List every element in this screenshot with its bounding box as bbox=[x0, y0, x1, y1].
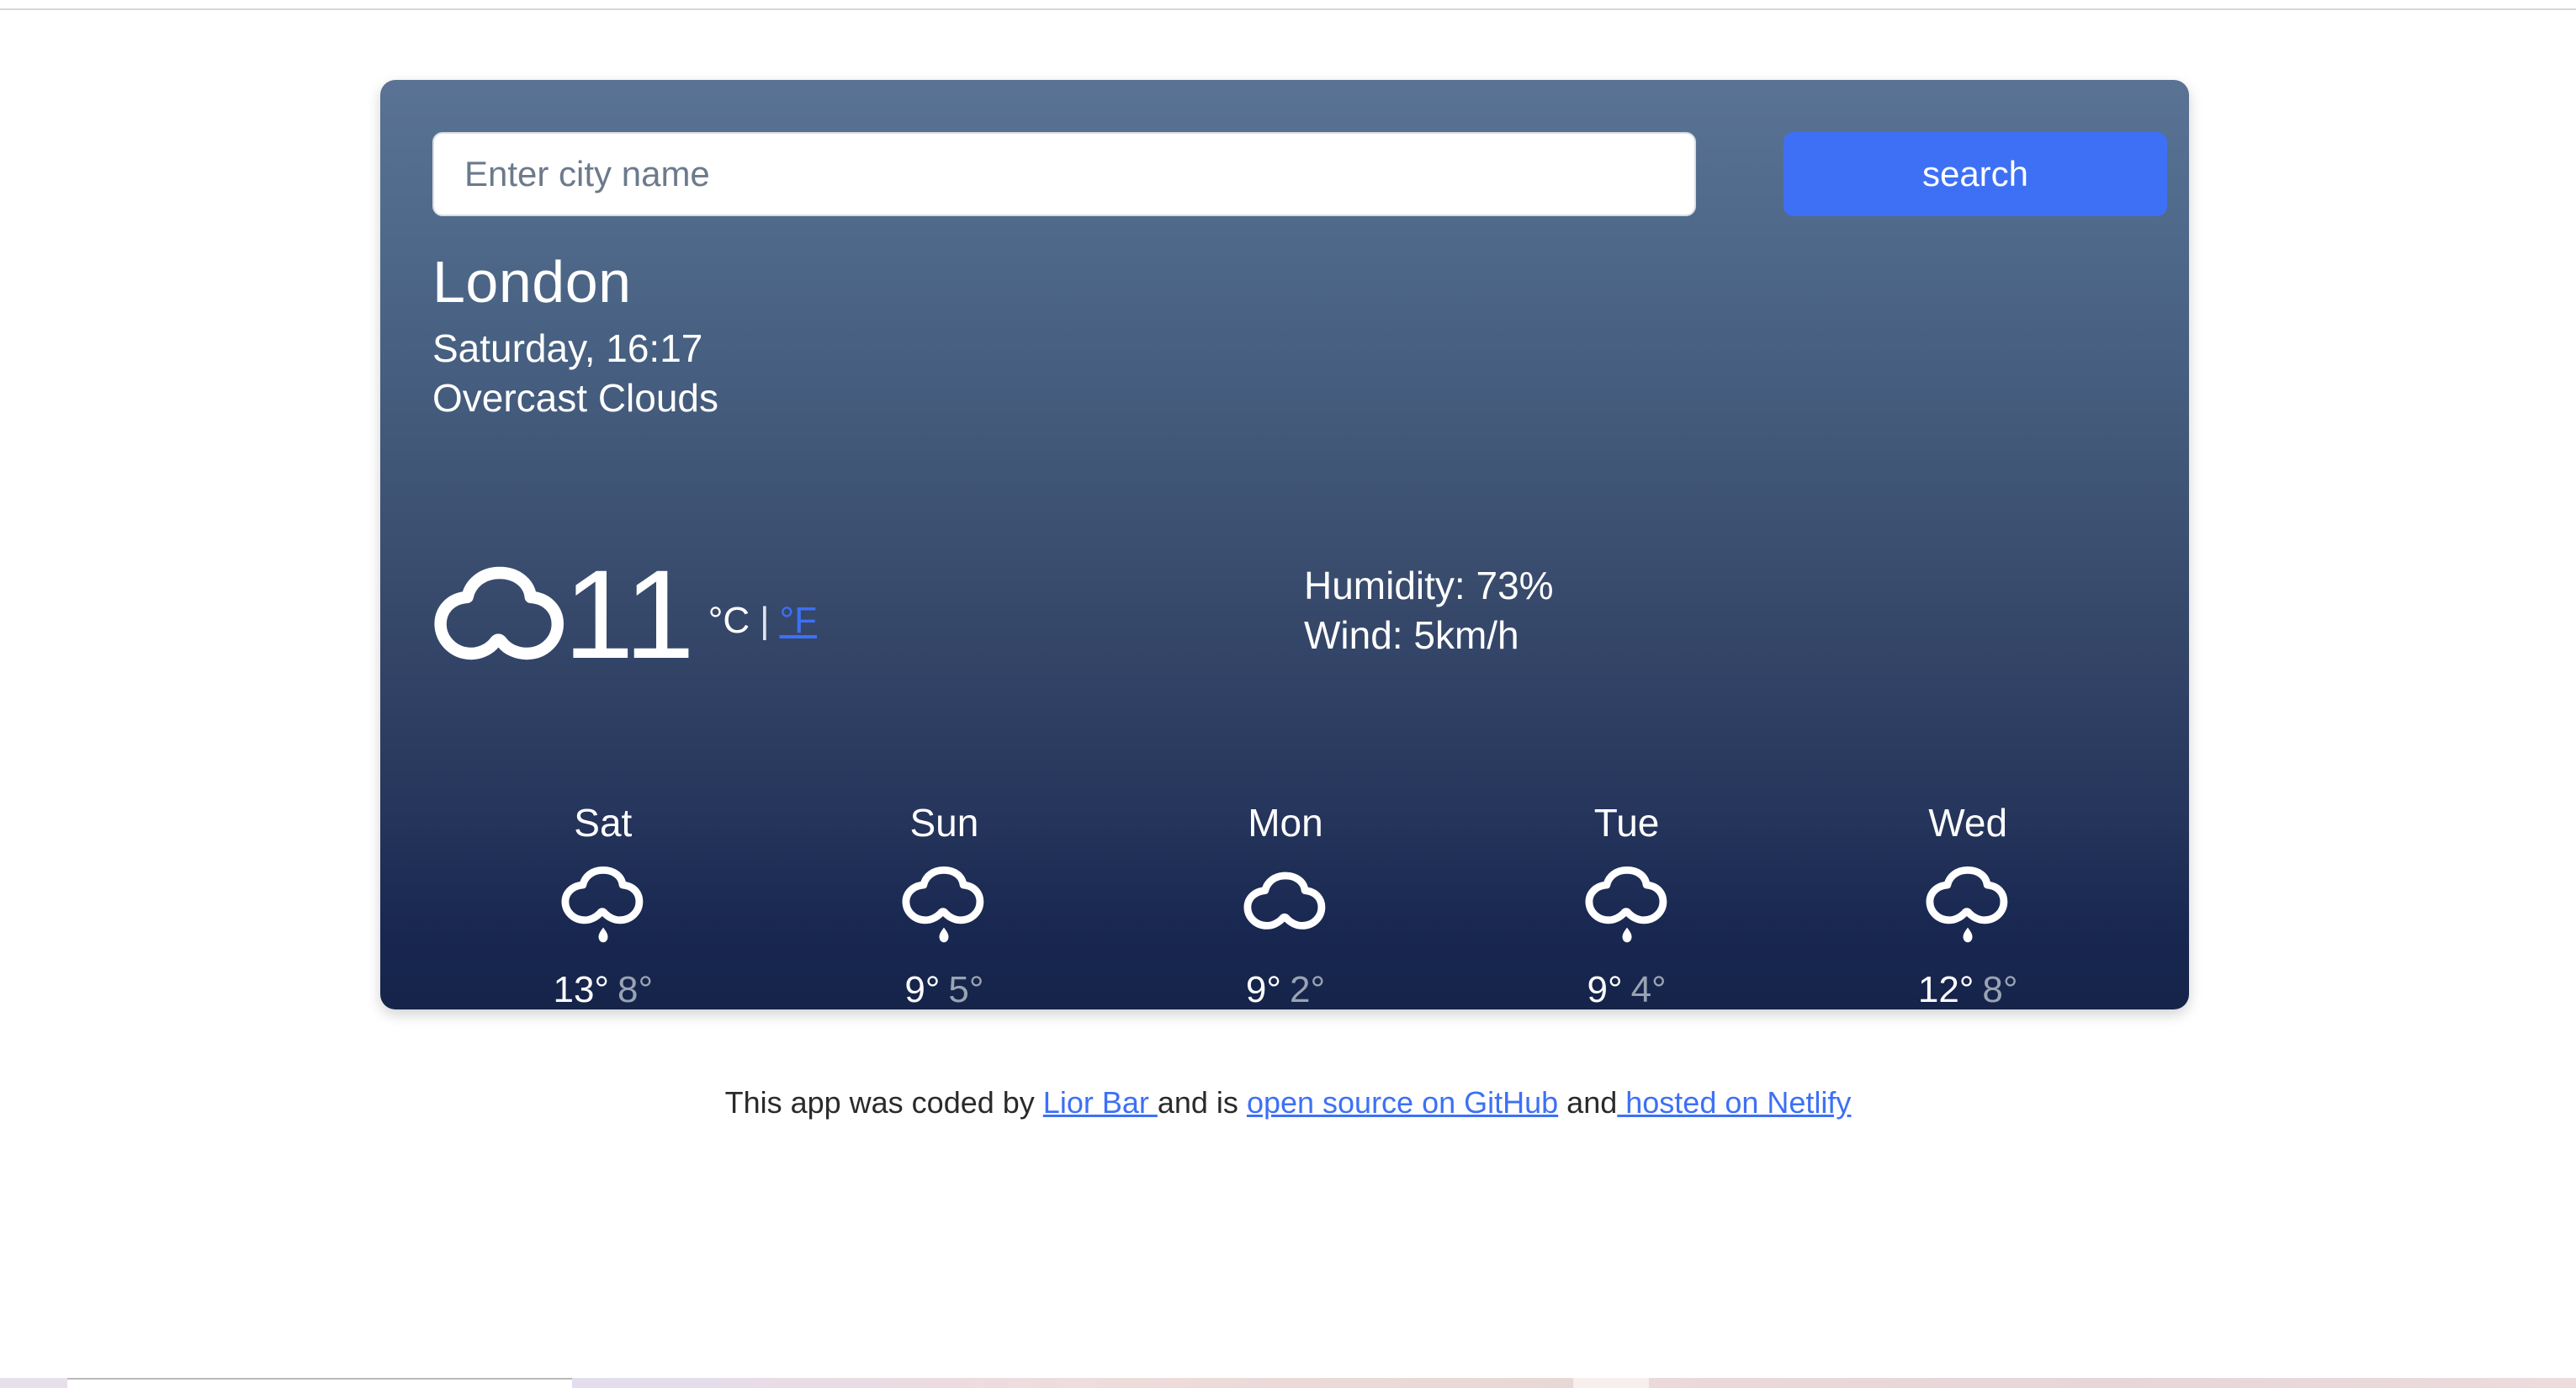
forecast-day-label: Wed bbox=[1928, 801, 2008, 845]
unit-separator: | bbox=[760, 600, 770, 641]
forecast-temp-min: 8° bbox=[617, 969, 654, 1010]
forecast-row: Sat 13° 8° Sun 9° 5° Mon 9° 2° Tue 9° 4°… bbox=[432, 803, 2139, 1009]
forecast-day-wed: Wed 12° 8° bbox=[1797, 803, 2139, 1009]
forecast-day-label: Sat bbox=[574, 801, 633, 845]
forecast-temp-min: 8° bbox=[1982, 969, 2018, 1010]
bottom-chrome-strip bbox=[0, 1378, 2576, 1388]
search-row: search bbox=[432, 132, 2167, 216]
forecast-day-mon: Mon 9° 2° bbox=[1115, 803, 1456, 1009]
forecast-day-label: Tue bbox=[1593, 801, 1660, 845]
search-button[interactable]: search bbox=[1784, 132, 2167, 216]
unit-fahrenheit-link[interactable]: °F bbox=[780, 600, 817, 642]
forecast-temp-max: 12° bbox=[1917, 969, 1974, 1010]
current-datetime: Saturday, 16:17 bbox=[432, 326, 703, 371]
rain-cloud-icon bbox=[1797, 857, 2139, 958]
forecast-temp-max: 9° bbox=[1245, 969, 1281, 1010]
unit-celsius[interactable]: °C bbox=[708, 600, 750, 642]
forecast-temp-max: 13° bbox=[553, 969, 610, 1010]
forecast-temp-max: 9° bbox=[904, 969, 941, 1010]
current-details-group: Humidity: 73% Wind: 5km/h bbox=[1304, 561, 1554, 660]
footer-text-3: and bbox=[1558, 1085, 1618, 1120]
chrome-strip-segment bbox=[67, 1378, 572, 1388]
current-condition: Overcast Clouds bbox=[432, 376, 719, 421]
city-name: London bbox=[432, 249, 632, 315]
cloud-icon bbox=[432, 559, 567, 669]
forecast-temp-max: 9° bbox=[1587, 969, 1623, 1010]
forecast-temp-min: 4° bbox=[1630, 969, 1667, 1010]
rain-cloud-icon bbox=[432, 857, 774, 958]
city-info-block: London Saturday, 16:17 Overcast Clouds bbox=[432, 252, 718, 423]
weather-app-page: search London Saturday, 16:17 Overcast C… bbox=[0, 0, 2576, 1388]
chrome-strip-segment bbox=[1573, 1378, 1649, 1388]
forecast-temp-min: 2° bbox=[1289, 969, 1326, 1010]
footer-github-link[interactable]: open source on GitHub bbox=[1247, 1085, 1558, 1120]
footer-author-link[interactable]: Lior Bar bbox=[1043, 1085, 1158, 1120]
footer-text-2: and is bbox=[1157, 1085, 1247, 1120]
forecast-day-label: Mon bbox=[1248, 801, 1323, 845]
forecast-day-temps: 13° 8° bbox=[432, 972, 774, 1009]
humidity-value: Humidity: 73% bbox=[1304, 564, 1554, 607]
chrome-strip-segment bbox=[1649, 1378, 2576, 1388]
temperature-group: 11 °C | °F bbox=[432, 551, 817, 677]
cloud-icon bbox=[1115, 857, 1456, 958]
weather-card: search London Saturday, 16:17 Overcast C… bbox=[380, 80, 2189, 1009]
footer-text-1: This app was coded by bbox=[724, 1085, 1043, 1120]
forecast-day-temps: 12° 8° bbox=[1797, 972, 2139, 1009]
forecast-day-temps: 9° 2° bbox=[1115, 972, 1456, 1009]
rain-cloud-icon bbox=[774, 857, 1116, 958]
current-conditions-row: 11 °C | °F Humidity: 73% Wind: 5km/h bbox=[432, 551, 2139, 719]
rain-cloud-icon bbox=[1456, 857, 1798, 958]
city-search-input[interactable] bbox=[432, 132, 1696, 216]
forecast-day-tue: Tue 9° 4° bbox=[1456, 803, 1798, 1009]
unit-toggle: °C | °F bbox=[708, 566, 817, 642]
footer-credits: This app was coded by Lior Bar and is op… bbox=[0, 1085, 2576, 1120]
chrome-strip-segment bbox=[572, 1378, 1573, 1388]
footer-netlify-link[interactable]: hosted on Netlify bbox=[1617, 1085, 1851, 1120]
forecast-temp-min: 5° bbox=[948, 969, 984, 1010]
forecast-day-sun: Sun 9° 5° bbox=[774, 803, 1116, 1009]
wind-value: Wind: 5km/h bbox=[1304, 612, 1519, 657]
forecast-day-temps: 9° 5° bbox=[774, 972, 1116, 1009]
chrome-strip-segment bbox=[0, 1378, 67, 1388]
current-temperature: 11 bbox=[564, 543, 695, 685]
forecast-day-sat: Sat 13° 8° bbox=[432, 803, 774, 1009]
forecast-day-label: Sun bbox=[909, 801, 979, 845]
forecast-day-temps: 9° 4° bbox=[1456, 972, 1798, 1009]
